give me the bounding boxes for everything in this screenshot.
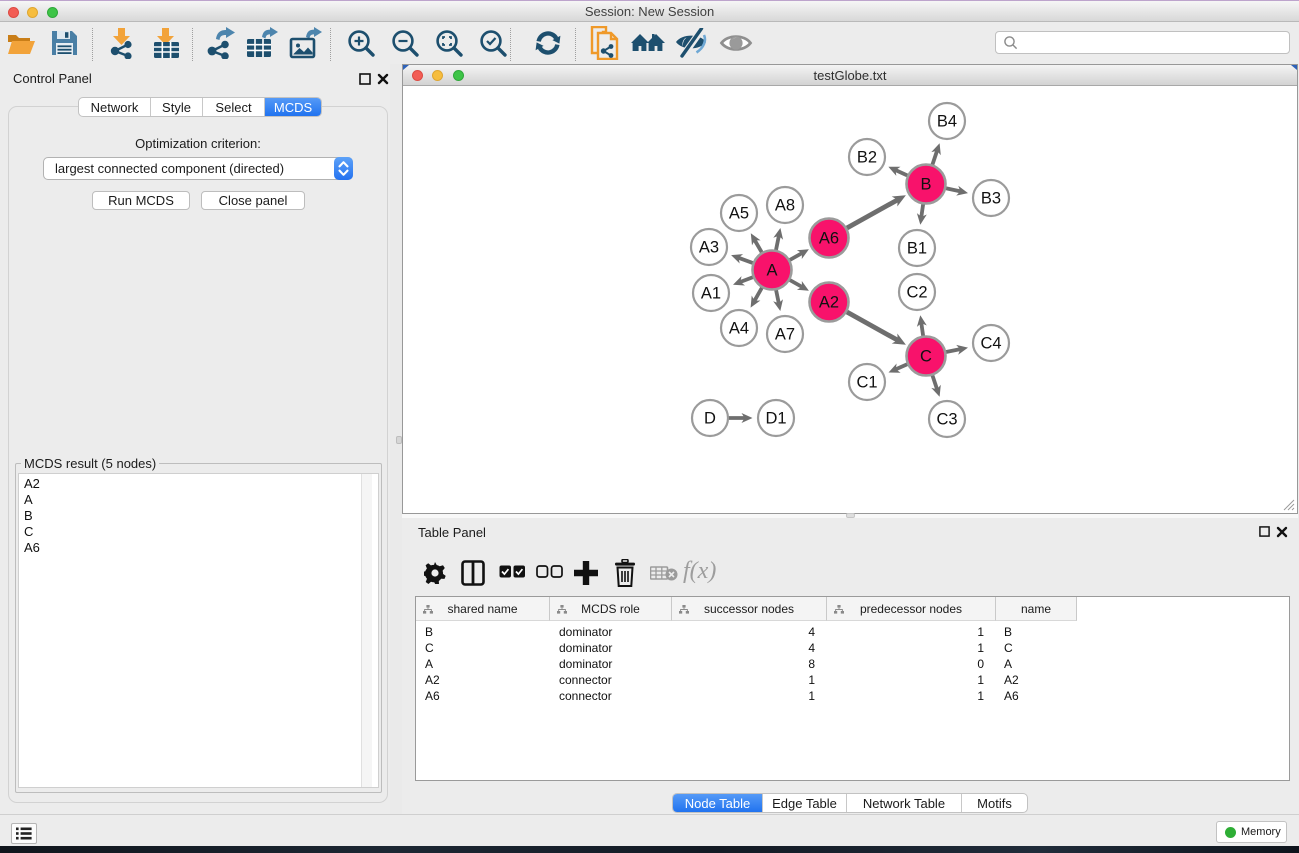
svg-text:D: D (704, 410, 716, 428)
svg-text:A3: A3 (699, 239, 719, 257)
svg-text:A6: A6 (819, 230, 839, 248)
svg-text:C: C (920, 348, 932, 366)
svg-text:B4: B4 (937, 113, 957, 131)
svg-text:A7: A7 (775, 326, 795, 344)
svg-text:C2: C2 (906, 284, 927, 302)
svg-text:B2: B2 (857, 149, 877, 167)
svg-text:C1: C1 (856, 374, 877, 392)
svg-text:A1: A1 (701, 285, 721, 303)
svg-text:C4: C4 (980, 335, 1001, 353)
svg-text:C3: C3 (936, 411, 957, 429)
svg-text:A4: A4 (729, 320, 749, 338)
svg-text:A: A (766, 262, 777, 280)
svg-text:B: B (920, 176, 931, 194)
svg-text:B3: B3 (981, 190, 1001, 208)
svg-text:A2: A2 (819, 294, 839, 312)
svg-text:B1: B1 (907, 240, 927, 258)
svg-text:A5: A5 (729, 205, 749, 223)
svg-text:D1: D1 (765, 410, 786, 428)
svg-text:A8: A8 (775, 197, 795, 215)
